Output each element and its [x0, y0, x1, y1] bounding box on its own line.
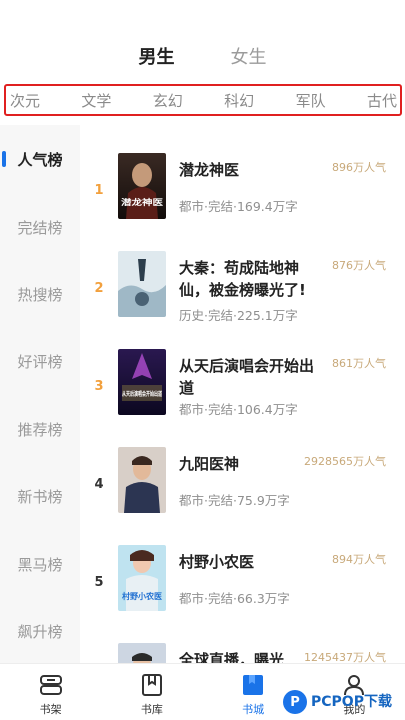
category-kehuan[interactable]: 科幻 — [224, 90, 254, 111]
sidebar-item-label: 新书榜 — [17, 487, 63, 506]
category-ancient[interactable]: 古代 — [367, 90, 397, 111]
sidebar-item-label: 完结榜 — [17, 218, 63, 237]
popularity-count: 861万人气 — [332, 357, 386, 370]
sidebar-item-hot-search[interactable]: 热搜榜 — [0, 274, 80, 314]
tab-female[interactable]: 女生 — [231, 44, 267, 72]
sidebar-item-label: 好评榜 — [17, 352, 63, 371]
popularity-count: 876万人气 — [332, 259, 386, 272]
cover-title: 村野小农医 — [122, 591, 162, 601]
category-xuanhuan[interactable]: 玄幻 — [153, 90, 183, 111]
rank-number: 1 — [94, 183, 104, 198]
gender-tabs: 男生 女生 — [0, 44, 405, 72]
watermark-logo: P — [283, 690, 307, 714]
book-meta: 历史·完结·225.1万字 — [179, 308, 298, 323]
book-cover[interactable]: 村野小农医 — [118, 545, 166, 611]
book-meta: 都市·完结·169.4万字 — [179, 199, 298, 214]
watermark-text: PCPOP下载 — [311, 694, 392, 710]
sidebar-item-label: 人气榜 — [17, 150, 63, 169]
nav-label: 书城 — [242, 703, 265, 716]
book-title[interactable]: 大秦：苟成陆地神仙，被金榜曝光了! — [179, 257, 319, 301]
bookshelf-icon — [38, 672, 64, 698]
cover-title: 从天后演唱会开始出道 — [122, 390, 162, 398]
nav-label: 书库 — [140, 703, 163, 716]
book-title[interactable]: 潜龙神医 — [179, 159, 319, 181]
sidebar-item-popular[interactable]: 人气榜 — [0, 139, 80, 179]
ranking-list: 1 潜龙神医 潜龙神医 都市·完结·169.4万字 896万人气 2 大秦：苟成… — [80, 125, 405, 663]
ranking-row[interactable]: 3 从天后演唱会开始出道 从天后演唱会开始出道 都市·完结·106.4万字 86… — [80, 349, 405, 429]
sidebar-item-new-books[interactable]: 新书榜 — [0, 476, 80, 516]
sidebar-item-rising[interactable]: 飙升榜 — [0, 611, 80, 651]
category-ciyuan[interactable]: 次元 — [10, 90, 40, 111]
popularity-count: 2928565万人气 — [304, 455, 386, 468]
book-cover[interactable] — [118, 643, 166, 663]
ranking-row[interactable]: 全球直播，曝光 1245437万人气 — [80, 643, 405, 663]
rank-number: 3 — [94, 379, 104, 394]
popularity-count: 896万人气 — [332, 161, 386, 174]
book-title[interactable]: 村野小农医 — [179, 551, 319, 573]
sidebar-item-label: 推荐榜 — [17, 420, 63, 439]
ranking-row[interactable]: 1 潜龙神医 潜龙神医 都市·完结·169.4万字 896万人气 — [80, 153, 405, 233]
sidebar-item-top-rated[interactable]: 好评榜 — [0, 341, 80, 381]
book-cover[interactable] — [118, 251, 166, 317]
nav-bookshelf[interactable]: 书架 — [0, 664, 101, 720]
pcpop-watermark: P PCPOP下载 — [283, 686, 405, 718]
book-cover[interactable]: 从天后演唱会开始出道 — [118, 349, 166, 415]
book-meta: 都市·完结·106.4万字 — [179, 402, 298, 417]
sidebar-item-dark-horse[interactable]: 黑马榜 — [0, 544, 80, 584]
category-wenxue[interactable]: 文学 — [81, 90, 111, 111]
book-title[interactable]: 九阳医神 — [179, 453, 319, 475]
category-military[interactable]: 军队 — [296, 90, 326, 111]
tab-male[interactable]: 男生 — [139, 44, 175, 72]
sidebar-item-label: 热搜榜 — [17, 285, 63, 304]
rank-number: 2 — [94, 281, 104, 296]
book-cover[interactable] — [118, 447, 166, 513]
active-indicator — [2, 151, 6, 167]
nav-label: 书架 — [39, 703, 62, 716]
popularity-count: 894万人气 — [332, 553, 386, 566]
sidebar-item-label: 黑马榜 — [17, 555, 63, 574]
rank-number: 4 — [94, 477, 104, 492]
ranking-row[interactable]: 2 大秦：苟成陆地神仙，被金榜曝光了! 历史·完结·225.1万字 876万人气 — [80, 251, 405, 331]
ranking-row[interactable]: 4 九阳医神 都市·完结·75.9万字 2928565万人气 — [80, 447, 405, 527]
nav-library[interactable]: 书库 — [101, 664, 202, 720]
ranking-row[interactable]: 5 村野小农医 村野小农医 都市·完结·66.3万字 894万人气 — [80, 545, 405, 625]
cover-title: 潜龙神医 — [121, 197, 163, 207]
ranking-sidebar: 人气榜 完结榜 热搜榜 好评榜 推荐榜 新书榜 黑马榜 飙升榜 — [0, 125, 80, 663]
popularity-count: 1245437万人气 — [304, 651, 386, 663]
book-meta: 都市·完结·75.9万字 — [179, 493, 290, 508]
book-title[interactable]: 全球直播，曝光 — [179, 649, 319, 663]
library-icon — [139, 672, 165, 698]
book-title[interactable]: 从天后演唱会开始出道 — [179, 355, 319, 399]
book-meta: 都市·完结·66.3万字 — [179, 591, 290, 606]
book-cover[interactable]: 潜龙神医 — [118, 153, 166, 219]
category-strip: 次元 文学 玄幻 科幻 军队 古代 — [4, 84, 402, 116]
rank-number: 5 — [94, 575, 104, 590]
bookstore-icon — [240, 672, 266, 698]
sidebar-item-recommended[interactable]: 推荐榜 — [0, 409, 80, 449]
sidebar-item-label: 飙升榜 — [17, 622, 63, 641]
sidebar-item-completed[interactable]: 完结榜 — [0, 207, 80, 247]
